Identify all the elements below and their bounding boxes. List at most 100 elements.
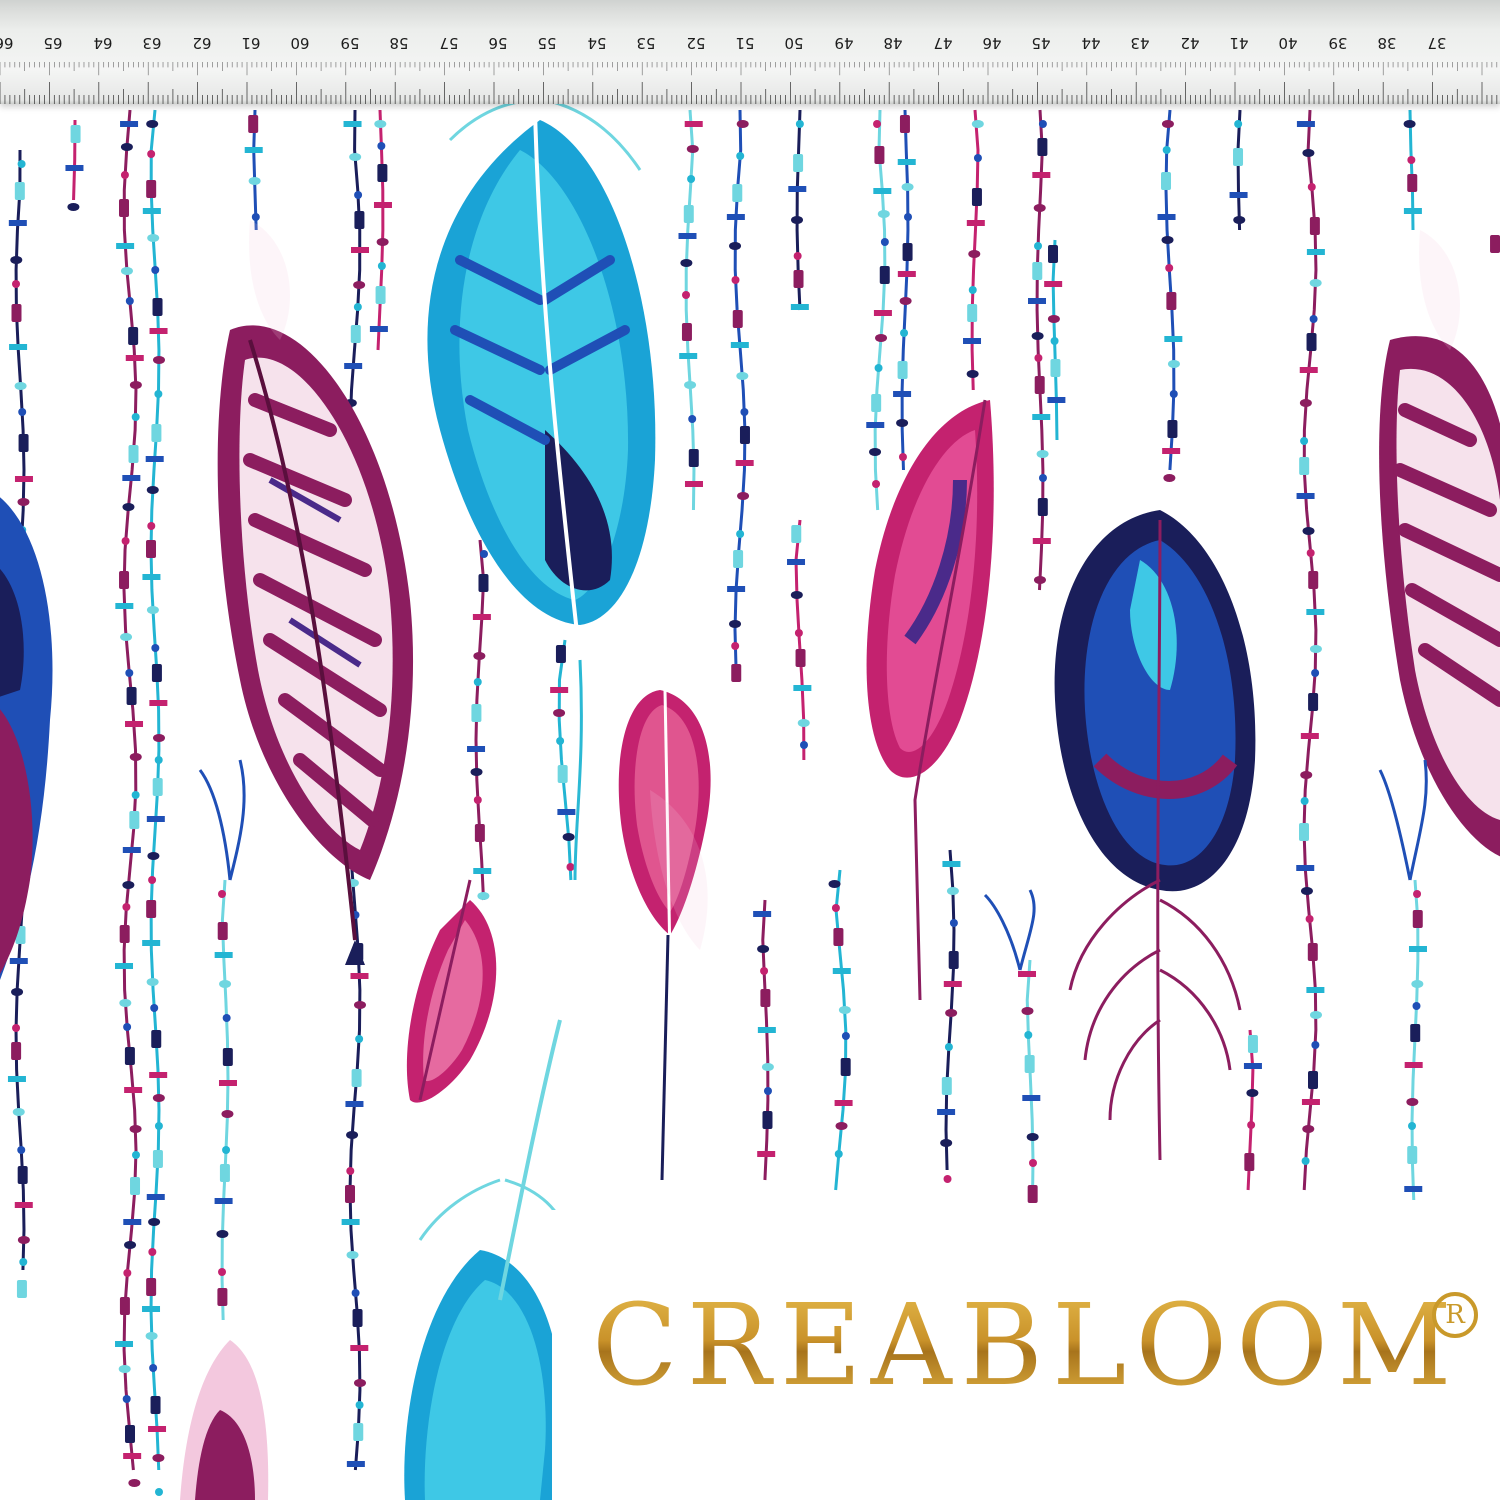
bead: [831, 904, 840, 912]
bead: [1233, 216, 1246, 224]
bead: [828, 880, 841, 888]
bead: [838, 1006, 851, 1014]
bead: [900, 329, 909, 337]
bead: [222, 1048, 233, 1066]
bead: [731, 276, 740, 284]
bead: [131, 1151, 140, 1159]
bead: [966, 220, 985, 226]
bead: [1027, 1185, 1038, 1203]
bead: [1247, 1035, 1258, 1053]
bead: [1161, 236, 1174, 244]
bead: [350, 325, 361, 343]
bead: [877, 210, 890, 218]
bead: [898, 453, 907, 461]
bead: [377, 262, 386, 270]
bead-strand-thread: [1236, 109, 1242, 231]
bead: [10, 256, 23, 264]
bead: [473, 796, 482, 804]
bead: [126, 687, 137, 705]
ruler-number: 63: [142, 34, 162, 52]
bead: [902, 243, 913, 261]
bead: [732, 184, 743, 202]
bead: [971, 120, 984, 128]
bead: [353, 1001, 366, 1009]
bead: [681, 323, 692, 341]
ruler-number: 58: [389, 34, 409, 52]
brand-panel: CREABLOOM R: [552, 1210, 1500, 1500]
bead: [1309, 645, 1322, 653]
bead: [216, 1230, 229, 1238]
bead: [142, 574, 161, 580]
bead: [377, 142, 386, 150]
bead: [152, 778, 163, 796]
ruler-number: 65: [43, 34, 63, 52]
bead: [142, 1306, 161, 1312]
bead: [686, 145, 699, 153]
bead: [948, 951, 959, 969]
bead: [793, 252, 802, 260]
bead: [149, 1364, 158, 1372]
bead: [145, 456, 164, 462]
ruler-number: 53: [636, 34, 656, 52]
bead: [1163, 474, 1176, 482]
bead: [688, 449, 699, 467]
bead: [151, 266, 160, 274]
bead: [151, 644, 160, 652]
bead: [131, 791, 140, 799]
bead: [123, 1453, 142, 1459]
bead: [1299, 399, 1312, 407]
bead: [472, 614, 491, 620]
ruler-number: 61: [241, 34, 261, 52]
bead: [968, 250, 981, 258]
bead: [214, 952, 233, 958]
bead: [124, 1087, 143, 1093]
bead: [788, 186, 807, 192]
bead: [684, 381, 697, 389]
bead: [1311, 669, 1320, 677]
bead: [1412, 910, 1423, 928]
bead: [222, 1014, 231, 1022]
bead: [9, 344, 28, 350]
bead: [795, 649, 806, 667]
bead: [566, 863, 575, 871]
bead: [353, 281, 366, 289]
bead: [1038, 120, 1047, 128]
ruler-number: 47: [933, 34, 953, 52]
bead: [873, 188, 892, 194]
bead: [1307, 943, 1318, 961]
bead: [553, 709, 566, 717]
bead: [1300, 887, 1313, 895]
bead: [739, 426, 750, 444]
ruler-number: 48: [883, 34, 903, 52]
bead: [733, 550, 744, 568]
bead: [793, 154, 804, 172]
bead: [557, 765, 568, 783]
bead: [1028, 1159, 1037, 1167]
bead: [350, 247, 369, 253]
bead: [757, 1151, 776, 1157]
bead: [122, 1395, 131, 1403]
bead: [351, 1069, 362, 1087]
bead: [942, 861, 961, 867]
bead: [1296, 121, 1315, 127]
bead: [1301, 1099, 1320, 1105]
bead: [736, 372, 749, 380]
ruler-number: 54: [587, 34, 607, 52]
bead: [151, 1030, 162, 1048]
bead: [941, 1077, 952, 1095]
bead: [1024, 1031, 1033, 1039]
bead: [70, 125, 81, 143]
bead: [128, 327, 139, 345]
bead: [684, 121, 703, 127]
bead: [16, 1280, 27, 1298]
bead: [122, 475, 141, 481]
bead: [562, 833, 575, 841]
bead: [17, 498, 30, 506]
ruler-number: 38: [1377, 34, 1397, 52]
bead: [125, 297, 134, 305]
bead: [968, 286, 977, 294]
bead: [120, 267, 133, 275]
bead: [142, 940, 161, 946]
bead: [146, 900, 157, 918]
bead: [971, 188, 982, 206]
